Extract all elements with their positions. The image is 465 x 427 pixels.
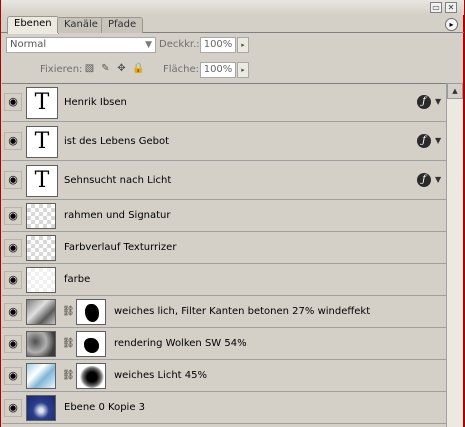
visibility-eye-icon[interactable]: ◉ — [4, 171, 22, 189]
layer-thumbnail — [26, 363, 56, 389]
visibility-eye-icon[interactable]: ◉ — [4, 207, 22, 225]
layer-name[interactable]: Farbverlauf Texturrizer — [64, 241, 176, 255]
layer-thumbnail — [26, 203, 56, 229]
layer-thumbnail — [26, 267, 56, 293]
visibility-eye-icon[interactable]: ◉ — [4, 132, 22, 150]
opacity-stepper[interactable]: ▸ — [237, 37, 249, 53]
tab-ebenen[interactable]: Ebenen — [7, 16, 59, 34]
layer-row[interactable]: ◉ T Sehnsucht nach Licht ƒ ▼ — [2, 162, 446, 200]
layer-list-scrollbar[interactable]: ▲ — [446, 83, 463, 427]
fill-label: Fläche: — [163, 64, 200, 75]
layer-effects-icon[interactable]: ƒ — [417, 134, 431, 148]
panel-menu-button[interactable]: ▸ — [445, 18, 458, 31]
layer-name[interactable]: farbe — [64, 273, 90, 287]
visibility-eye-icon[interactable]: ◉ — [4, 93, 22, 111]
close-button[interactable]: ✕ — [445, 2, 457, 13]
stepper-arrow-icon: ▸ — [241, 66, 245, 74]
layer-row[interactable]: ◉ Farbverlauf Texturrizer — [2, 233, 446, 264]
mask-shape — [84, 338, 99, 353]
mask-shape — [80, 366, 104, 388]
mask-shape — [85, 304, 99, 322]
opacity-label: Deckkr.: — [159, 39, 200, 50]
layer-thumbnail — [26, 235, 56, 261]
layer-row[interactable]: ◉ ⛓ weiches lich, Filter Kanten betonen … — [2, 297, 446, 328]
mask-link-icon[interactable]: ⛓ — [62, 337, 75, 351]
layer-row[interactable]: ◉ ⛓ rendering Wolken SW 54% — [2, 329, 446, 360]
layer-name[interactable]: rendering Wolken SW 54% — [114, 337, 247, 351]
fill-stepper[interactable]: ▸ — [237, 62, 249, 78]
layer-row[interactable]: ◉ T ist des Lebens Gebot ƒ ▼ — [2, 123, 446, 161]
layer-name[interactable]: ist des Lebens Gebot — [64, 135, 169, 149]
layer-row[interactable]: ◉ T Henrik Ibsen ƒ ▼ — [2, 84, 446, 122]
opacity-input[interactable]: 100% — [200, 37, 236, 53]
mask-link-icon[interactable]: ⛓ — [62, 369, 75, 383]
close-icon: ✕ — [447, 3, 455, 12]
layer-effects-icon[interactable]: ƒ — [417, 173, 431, 187]
lock-transparent-pixels-icon[interactable]: ▧ — [84, 63, 95, 74]
layer-name[interactable]: Sehnsucht nach Licht — [64, 174, 171, 188]
text-layer-thumbnail: T — [26, 126, 58, 158]
layer-name[interactable]: rahmen und Signatur — [64, 209, 171, 223]
stepper-arrow-icon: ▸ — [241, 41, 245, 49]
blend-mode-select[interactable]: Normal ▼ — [6, 37, 156, 53]
text-layer-thumbnail: T — [26, 165, 58, 197]
layer-name[interactable]: weiches lich, Filter Kanten betonen 27% … — [114, 305, 370, 319]
layer-mask-thumbnail[interactable] — [76, 363, 106, 389]
layer-row[interactable]: ◉ rahmen und Signatur — [2, 201, 446, 232]
tab-kanaele[interactable]: Kanäle — [57, 17, 105, 33]
layer-mask-thumbnail[interactable] — [76, 299, 106, 325]
scroll-up-button[interactable]: ▲ — [447, 83, 463, 99]
layer-thumbnail — [26, 395, 56, 421]
layer-name[interactable]: Henrik Ibsen — [64, 96, 127, 110]
chevron-down-icon: ▼ — [145, 40, 152, 50]
layers-panel: ▭ ✕ Ebenen Kanäle Pfade ▸ Normal ▼ Deckk… — [0, 0, 465, 427]
layer-row[interactable]: ◉ Ebene 0 Kopie 3 — [2, 393, 446, 424]
expand-effects-icon[interactable]: ▼ — [435, 173, 441, 187]
collapse-button[interactable]: ▭ — [430, 2, 442, 13]
blend-options-row: Normal ▼ Deckkr.: 100% ▸ — [2, 33, 463, 57]
lock-position-icon[interactable]: ✥ — [116, 63, 127, 74]
layer-thumbnail — [26, 299, 56, 325]
layer-name[interactable]: Ebene 0 Kopie 3 — [64, 401, 145, 415]
lock-all-icon[interactable]: 🔒 — [132, 63, 144, 74]
tab-bar: Ebenen Kanäle Pfade ▸ — [1, 15, 464, 34]
panel-menu-icon: ▸ — [449, 20, 454, 29]
fill-input[interactable]: 100% — [200, 62, 236, 78]
mask-link-icon[interactable]: ⛓ — [62, 305, 75, 319]
lock-options-row: Fixieren: ▧ ✎ ✥ 🔒 Fläche: 100% ▸ — [2, 58, 463, 82]
lock-image-pixels-icon[interactable]: ✎ — [100, 63, 111, 74]
visibility-eye-icon[interactable]: ◉ — [4, 399, 22, 417]
layer-mask-thumbnail[interactable] — [76, 331, 106, 357]
layer-list: ◉ T Henrik Ibsen ƒ ▼ ◉ T ist des Lebens … — [2, 83, 446, 427]
expand-effects-icon[interactable]: ▼ — [435, 134, 441, 148]
lock-label: Fixieren: — [40, 64, 83, 75]
panel-titlebar: ▭ ✕ — [1, 0, 464, 15]
layer-effects-icon[interactable]: ƒ — [417, 95, 431, 109]
layer-thumbnail — [26, 331, 56, 357]
visibility-eye-icon[interactable]: ◉ — [4, 303, 22, 321]
visibility-eye-icon[interactable]: ◉ — [4, 271, 22, 289]
scroll-up-icon: ▲ — [452, 87, 458, 95]
tab-pfade[interactable]: Pfade — [101, 17, 144, 33]
blend-mode-value: Normal — [10, 39, 47, 50]
collapse-icon: ▭ — [432, 3, 440, 12]
expand-effects-icon[interactable]: ▼ — [435, 95, 441, 109]
text-layer-thumbnail: T — [26, 87, 58, 119]
layer-row[interactable]: ◉ ⛓ weiches Licht 45% — [2, 361, 446, 392]
visibility-eye-icon[interactable]: ◉ — [4, 335, 22, 353]
layer-row[interactable]: ◉ farbe — [2, 265, 446, 296]
visibility-eye-icon[interactable]: ◉ — [4, 367, 22, 385]
layer-name[interactable]: weiches Licht 45% — [114, 369, 207, 383]
visibility-eye-icon[interactable]: ◉ — [4, 239, 22, 257]
